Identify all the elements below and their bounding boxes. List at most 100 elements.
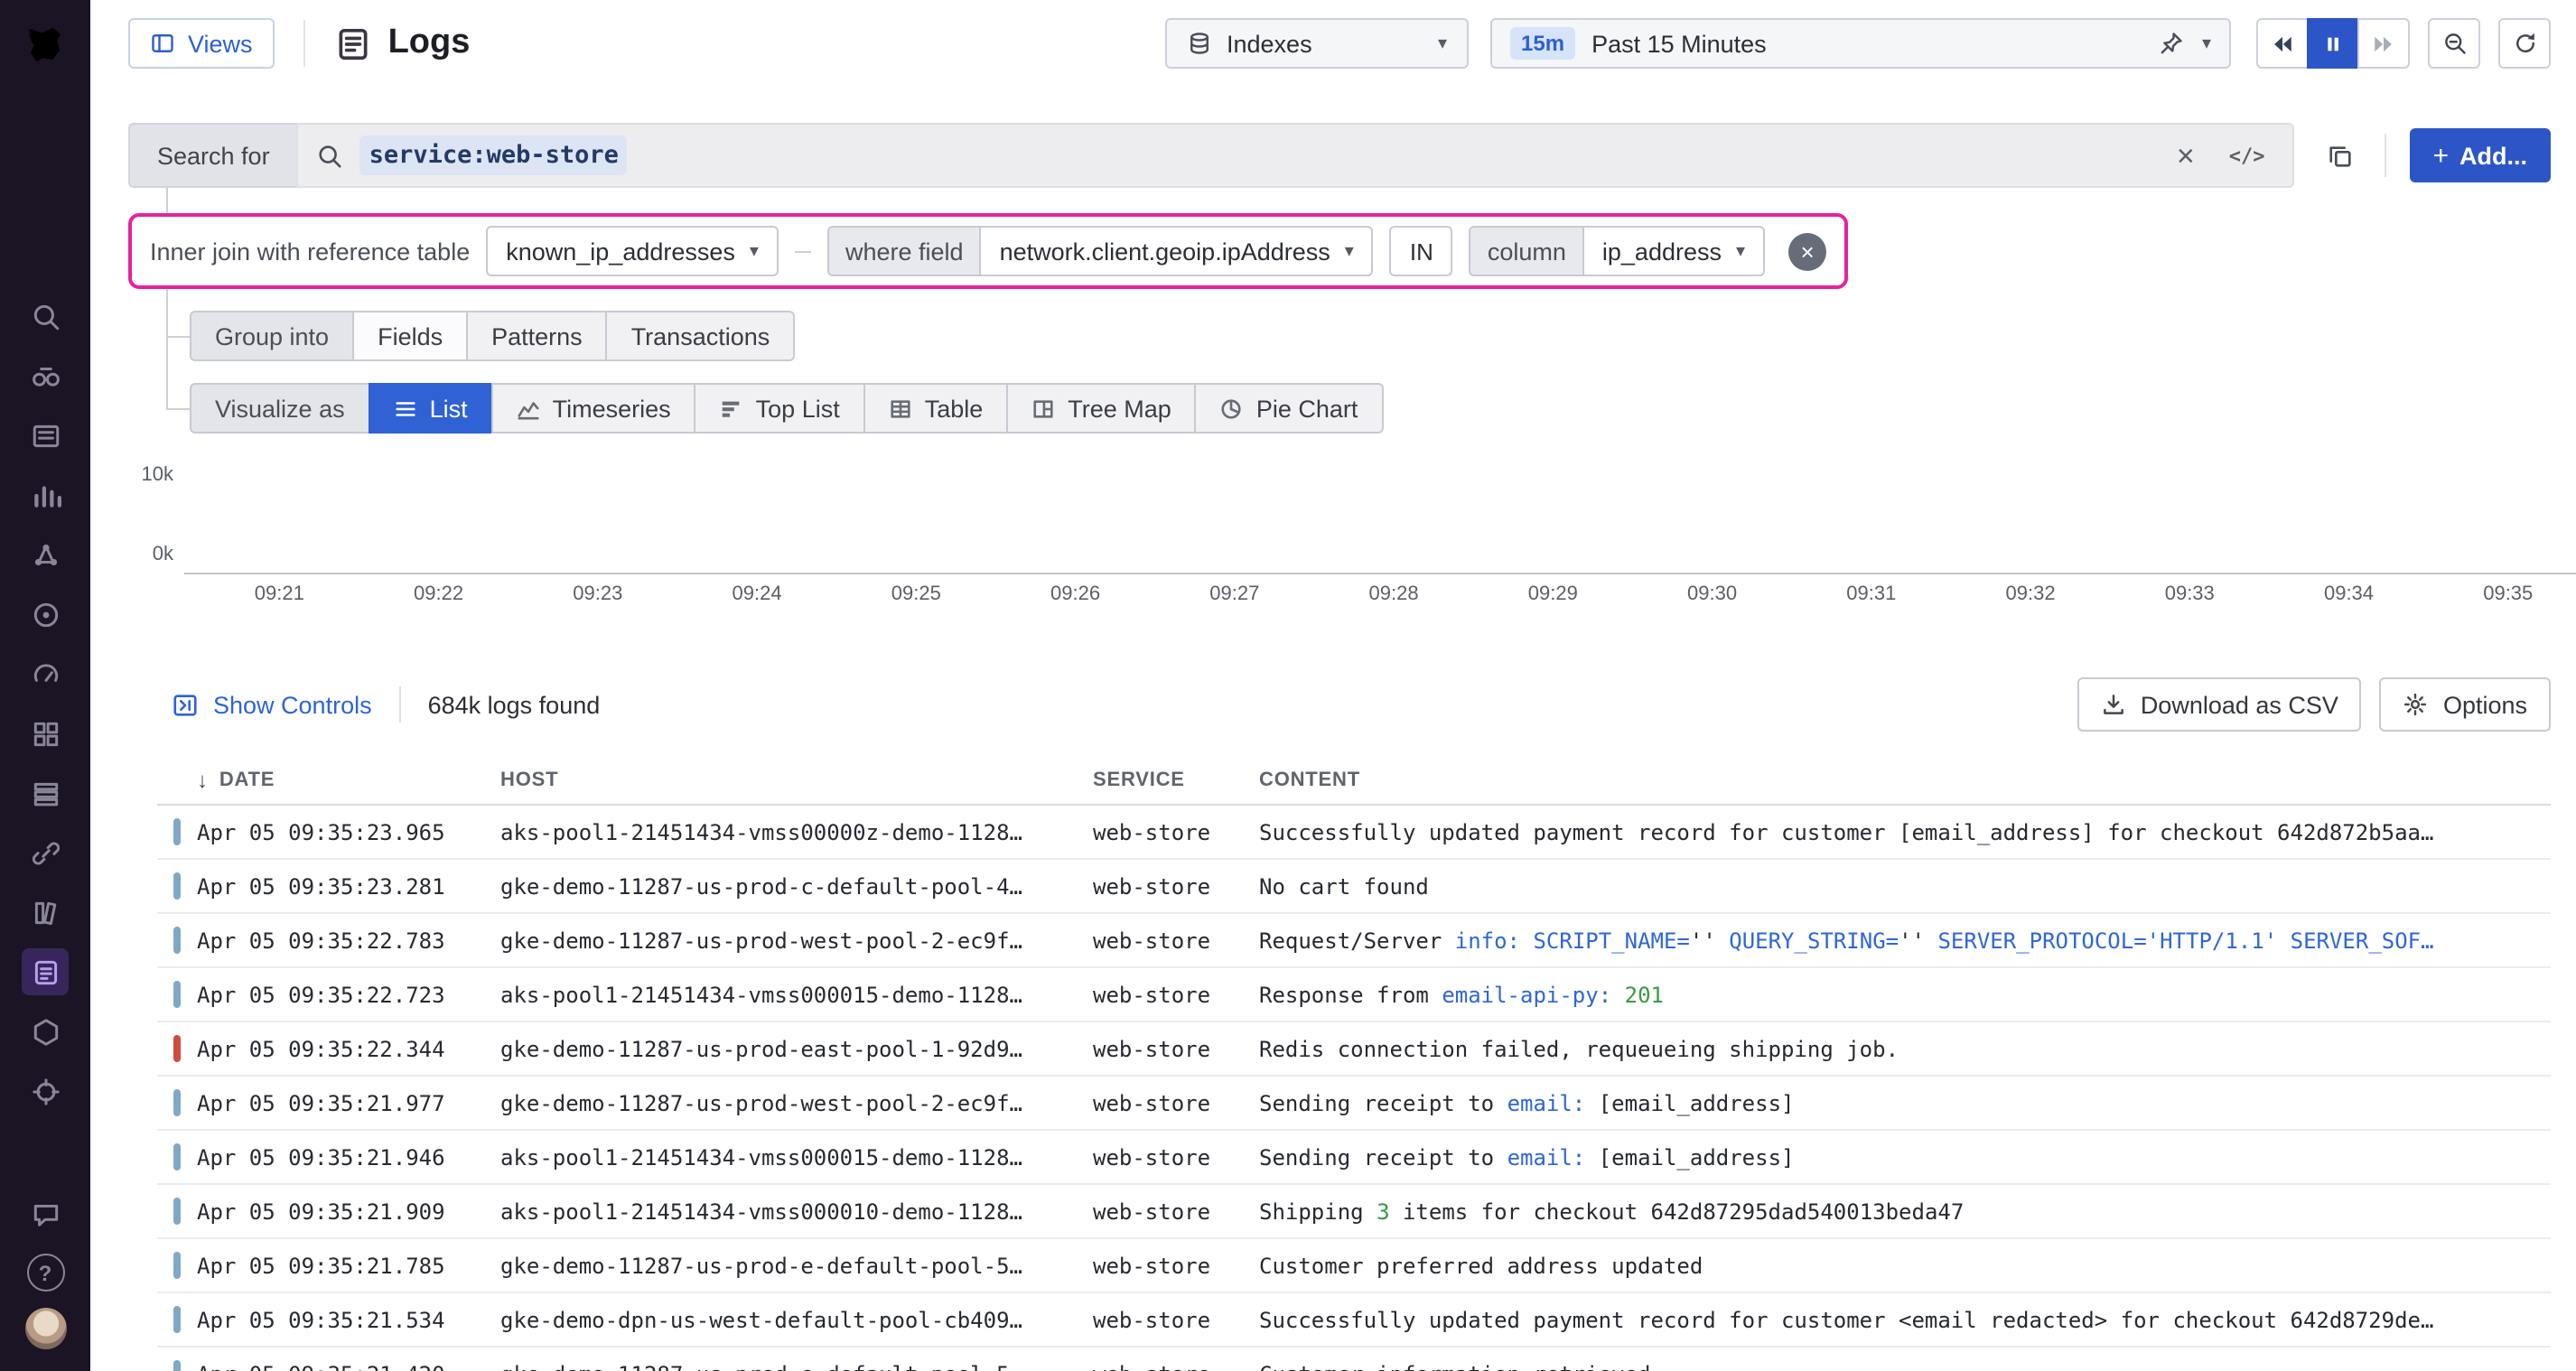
status-indicator bbox=[173, 872, 181, 900]
viz-tab-pie-chart[interactable]: Pie Chart bbox=[1195, 383, 1384, 434]
time-range-selector[interactable]: 15m Past 15 Minutes ▾ bbox=[1490, 18, 2231, 69]
column-header-content[interactable]: CONTENT bbox=[1259, 769, 2551, 791]
where-field-label: where field bbox=[827, 226, 980, 276]
log-content: Sending receipt to email: [email_address… bbox=[1259, 1090, 2551, 1115]
join-field-select[interactable]: network.client.geoip.ipAddress ▾ bbox=[980, 226, 1374, 276]
join-column-select[interactable]: ip_address ▾ bbox=[1582, 226, 1765, 276]
log-row[interactable]: Apr 05 09:35:21.785gke-demo-11287-us-pro… bbox=[157, 1239, 2551, 1293]
viz-tab-table[interactable]: Table bbox=[863, 383, 1009, 434]
add-query-button[interactable]: + Add... bbox=[2409, 128, 2551, 182]
tab-transactions[interactable]: Transactions bbox=[606, 311, 796, 361]
log-row[interactable]: Apr 05 09:35:23.281gke-demo-11287-us-pro… bbox=[157, 860, 2551, 914]
apm-icon[interactable] bbox=[22, 650, 69, 697]
chevron-down-icon: ▾ bbox=[750, 241, 759, 261]
search-icon[interactable] bbox=[22, 293, 69, 340]
logs-icon[interactable] bbox=[22, 948, 69, 995]
processes-icon[interactable] bbox=[22, 531, 69, 578]
remove-join-button[interactable]: × bbox=[1788, 232, 1826, 270]
reference-table-join-row: Inner join with reference table known_ip… bbox=[128, 213, 1848, 289]
log-row[interactable]: Apr 05 09:35:22.783gke-demo-11287-us-pro… bbox=[157, 914, 2551, 968]
scrub-back-button[interactable] bbox=[2256, 18, 2309, 69]
scrub-forward-button[interactable] bbox=[2357, 18, 2410, 69]
sidebar: ? bbox=[0, 0, 90, 1371]
download-csv-button[interactable]: Download as CSV bbox=[2077, 677, 2362, 732]
status-indicator bbox=[173, 1143, 181, 1170]
log-row[interactable]: Apr 05 09:35:22.344gke-demo-11287-us-pro… bbox=[157, 1022, 2551, 1077]
log-date: Apr 05 09:35:21.420 bbox=[197, 1361, 500, 1371]
log-row[interactable]: Apr 05 09:35:21.946aks-pool1-21451434-vm… bbox=[157, 1131, 2551, 1185]
viz-tab-list[interactable]: List bbox=[369, 383, 493, 434]
x-tick-label: 09:27 bbox=[1209, 583, 1259, 605]
log-row[interactable]: Apr 05 09:35:21.534gke-demo-dpn-us-west-… bbox=[157, 1293, 2551, 1348]
join-column-value: ip_address bbox=[1602, 238, 1722, 265]
log-row[interactable]: Apr 05 09:35:23.965aks-pool1-21451434-vm… bbox=[157, 806, 2551, 860]
network-icon[interactable] bbox=[22, 829, 69, 876]
indexes-label: Indexes bbox=[1227, 30, 1312, 57]
help-icon[interactable]: ? bbox=[26, 1254, 64, 1292]
search-input[interactable]: service:web-store × </> bbox=[297, 123, 2294, 188]
status-indicator bbox=[173, 1089, 181, 1116]
host-map-icon[interactable] bbox=[22, 352, 69, 399]
options-label: Options bbox=[2443, 691, 2527, 718]
tab-fields[interactable]: Fields bbox=[352, 311, 468, 361]
histogram-bars bbox=[184, 473, 2576, 574]
containers-icon[interactable] bbox=[22, 769, 69, 816]
reference-tables-icon[interactable] bbox=[22, 889, 69, 936]
viz-tab-tree-map[interactable]: Tree Map bbox=[1006, 383, 1197, 434]
log-row[interactable]: Apr 05 09:35:21.977gke-demo-11287-us-pro… bbox=[157, 1077, 2551, 1131]
events-icon[interactable] bbox=[22, 412, 69, 459]
clear-search-button[interactable]: × bbox=[2168, 140, 2204, 171]
show-controls-link[interactable]: Show Controls bbox=[172, 691, 372, 718]
synthetics-icon[interactable] bbox=[22, 1068, 69, 1115]
refresh-button[interactable] bbox=[2498, 18, 2551, 69]
options-button[interactable]: Options bbox=[2380, 677, 2551, 732]
status-indicator bbox=[173, 981, 181, 1008]
code-view-toggle[interactable]: </> bbox=[2220, 144, 2274, 167]
log-row[interactable]: Apr 05 09:35:21.909aks-pool1-21451434-vm… bbox=[157, 1185, 2551, 1239]
viz-tab-top-list[interactable]: Top List bbox=[695, 383, 865, 434]
chat-icon[interactable] bbox=[22, 1190, 69, 1237]
watchdog-icon[interactable] bbox=[22, 591, 69, 638]
y-tick-label: 0k bbox=[153, 546, 173, 565]
views-button[interactable]: Views bbox=[128, 18, 275, 69]
query-token[interactable]: service:web-store bbox=[360, 135, 628, 175]
chevron-down-icon[interactable]: ▾ bbox=[2202, 33, 2211, 53]
log-content: Response from email-api-py: 201 bbox=[1259, 982, 2551, 1007]
log-date: Apr 05 09:35:23.965 bbox=[197, 819, 500, 844]
column-header-service[interactable]: SERVICE bbox=[1093, 769, 1259, 791]
log-row[interactable]: Apr 05 09:35:22.723aks-pool1-21451434-vm… bbox=[157, 968, 2551, 1022]
download-icon bbox=[2101, 692, 2126, 717]
viz-tab-timeseries[interactable]: Timeseries bbox=[491, 383, 696, 434]
infrastructure-icon[interactable] bbox=[22, 710, 69, 757]
pin-icon[interactable] bbox=[2159, 31, 2184, 56]
log-date: Apr 05 09:35:21.909 bbox=[197, 1198, 500, 1224]
zoom-out-button[interactable] bbox=[2428, 18, 2480, 69]
datadog-logo[interactable] bbox=[0, 0, 90, 90]
log-service: web-store bbox=[1093, 1036, 1259, 1061]
security-icon[interactable] bbox=[22, 1008, 69, 1055]
x-tick-label: 09:31 bbox=[1846, 583, 1896, 605]
log-date: Apr 05 09:35:22.344 bbox=[197, 1036, 500, 1061]
copy-icon[interactable] bbox=[2319, 135, 2360, 176]
column-header-date[interactable]: ↓ DATE bbox=[197, 768, 500, 793]
metrics-icon[interactable] bbox=[22, 471, 69, 518]
log-date: Apr 05 09:35:21.977 bbox=[197, 1090, 500, 1115]
tab-patterns[interactable]: Patterns bbox=[466, 311, 608, 361]
sort-descending-icon[interactable]: ↓ bbox=[197, 768, 209, 793]
indexes-dropdown[interactable]: Indexes ▾ bbox=[1165, 18, 1469, 69]
top-list-icon bbox=[720, 396, 743, 420]
refresh-icon bbox=[2512, 31, 2537, 56]
pause-button[interactable] bbox=[2307, 18, 2359, 69]
views-label: Views bbox=[188, 30, 253, 57]
log-content: Successfully updated payment record for … bbox=[1259, 1307, 2551, 1332]
reference-table-select[interactable]: known_ip_addresses ▾ bbox=[486, 226, 779, 276]
column-header-host[interactable]: HOST bbox=[500, 769, 1093, 791]
log-host: aks-pool1-21451434-vmss000010-demo-1128… bbox=[500, 1198, 1093, 1224]
log-service: web-store bbox=[1093, 928, 1259, 953]
user-avatar[interactable] bbox=[24, 1308, 66, 1349]
log-row[interactable]: Apr 05 09:35:21.420gke-demo-11287-us-pro… bbox=[157, 1348, 2551, 1371]
status-indicator bbox=[173, 1198, 181, 1225]
chevron-down-icon: ▾ bbox=[1345, 241, 1354, 261]
y-axis: 10k 0k bbox=[141, 466, 184, 565]
log-content: Request/Server info: SCRIPT_NAME='' QUER… bbox=[1259, 928, 2551, 953]
